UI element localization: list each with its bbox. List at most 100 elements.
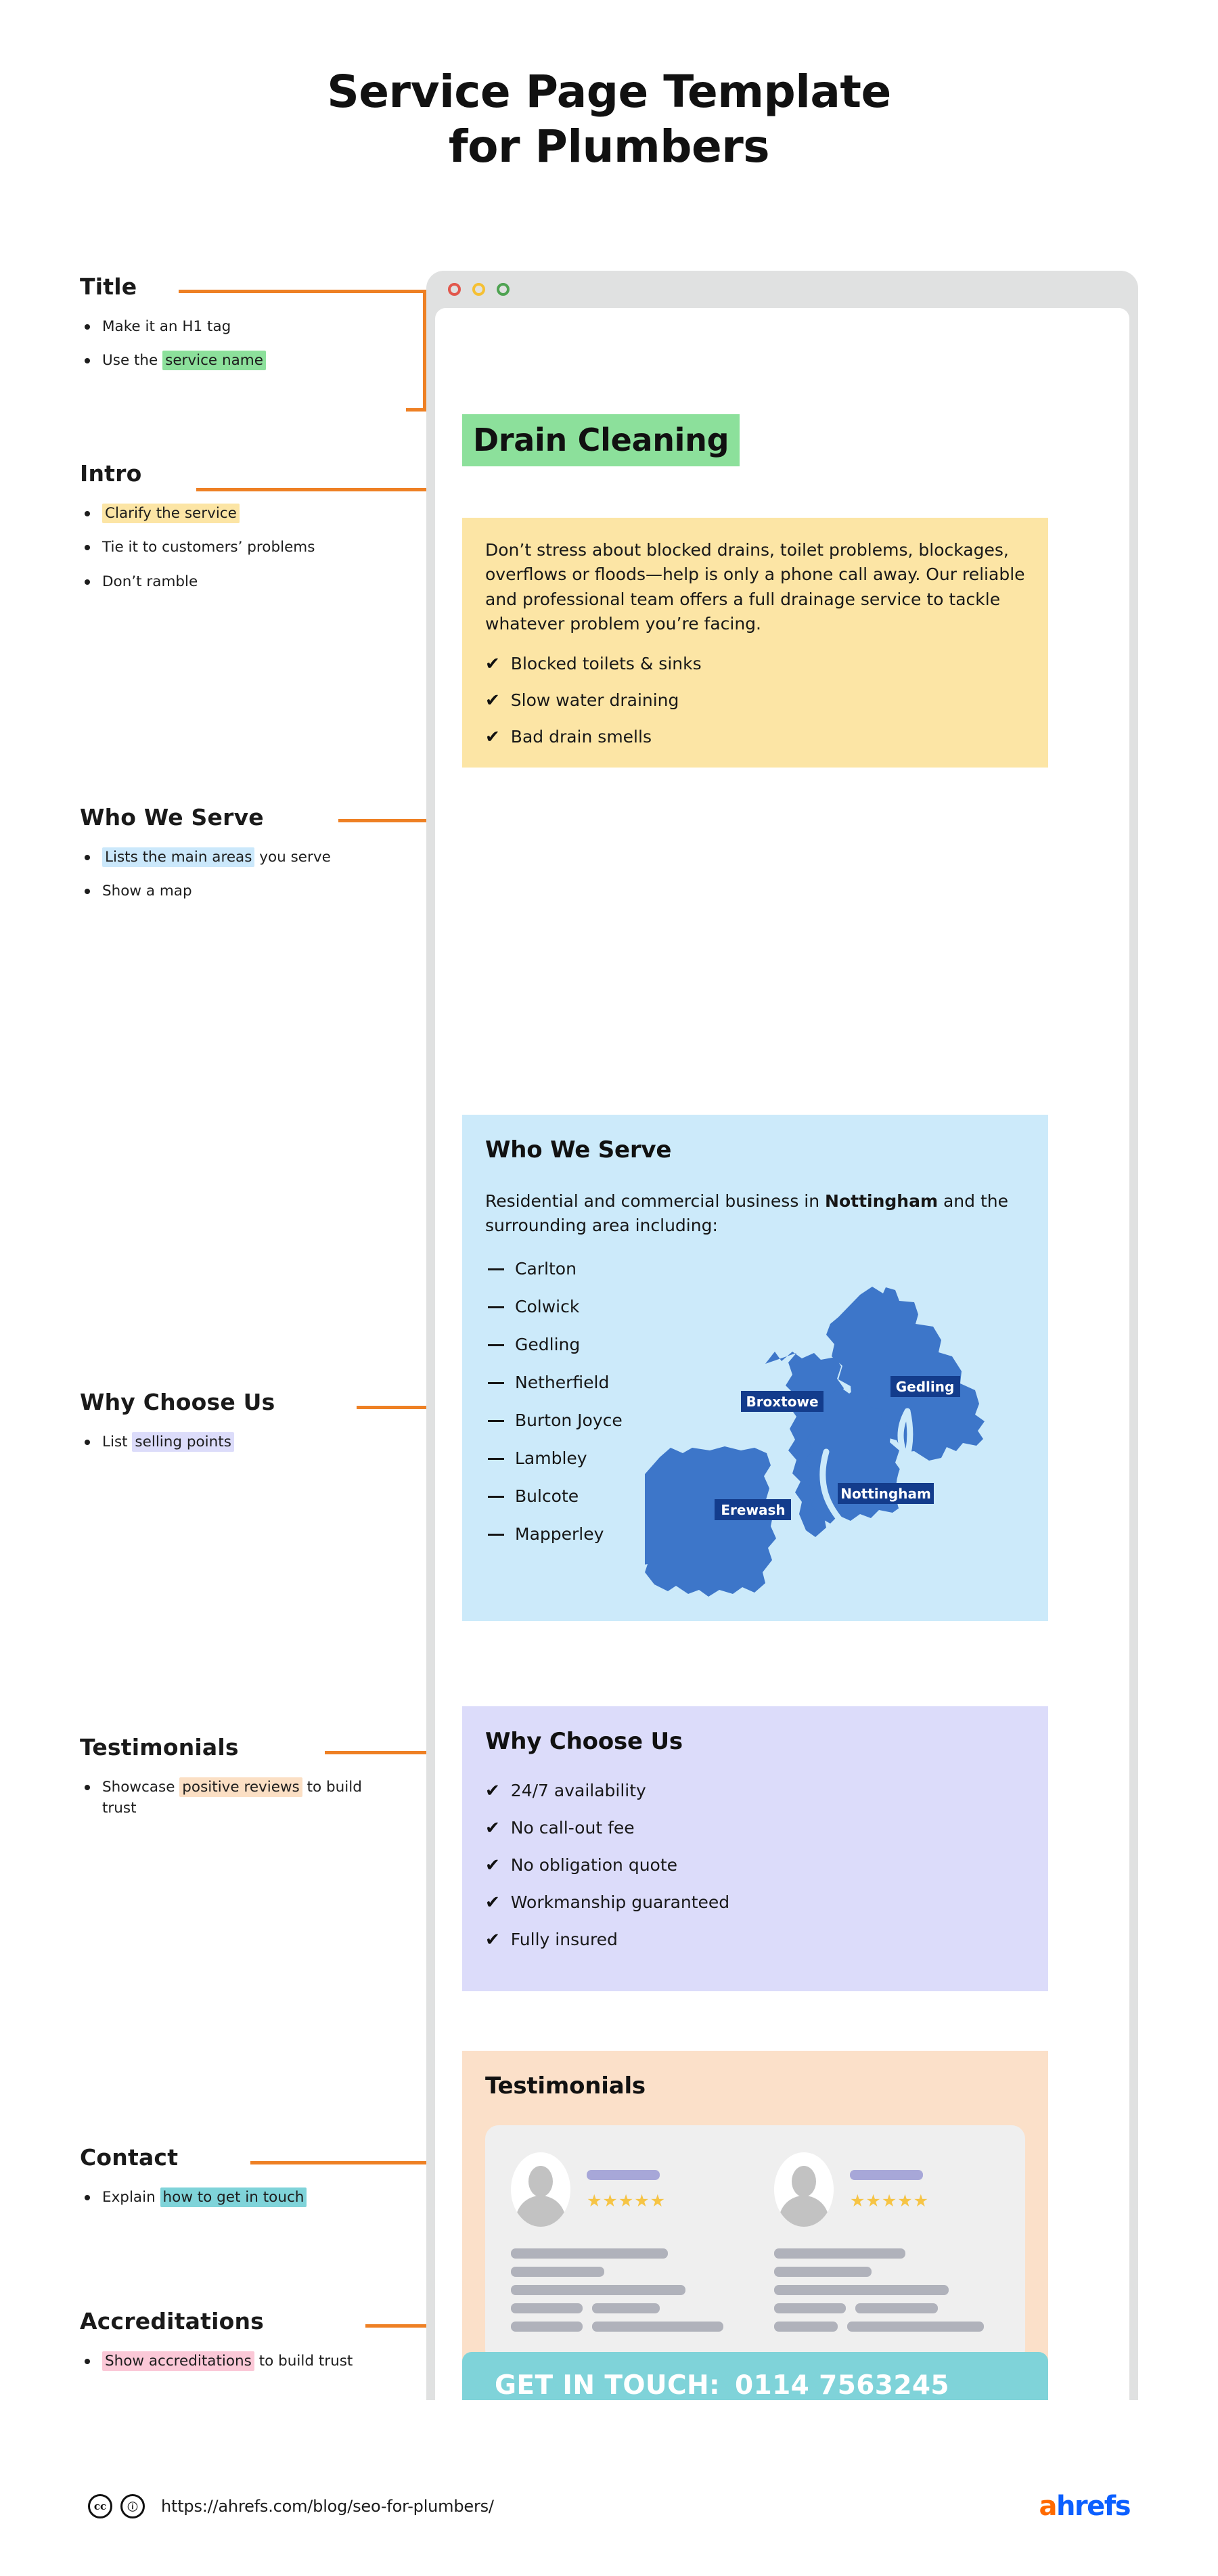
list-item: Gedling <box>485 1335 1025 1355</box>
cta-label: GET IN TOUCH: <box>495 2370 721 2401</box>
list-item: Show a map <box>80 881 371 902</box>
source-url[interactable]: https://ahrefs.com/blog/seo-for-plumbers… <box>161 2497 494 2516</box>
annotation-why-choose-us: Why Choose Us List selling points <box>80 1389 432 1465</box>
check-icon: ✔ <box>485 1892 500 1913</box>
get-in-touch-button[interactable]: GET IN TOUCH: 0114 7563245 <box>462 2352 1048 2400</box>
check-icon: ✔ <box>485 654 500 674</box>
ahrefs-logo-rest: hrefs <box>1056 2491 1131 2522</box>
name-placeholder-bar <box>587 2170 660 2180</box>
annotation-list: List selling points <box>80 1431 432 1452</box>
page-title: Service Page Template for Plumbers <box>0 65 1218 174</box>
annotation-highlight: how to get in touch <box>160 2188 307 2207</box>
why-check-label: Fully insured <box>510 1930 618 1949</box>
list-item: Bulcote <box>485 1486 1025 1507</box>
minimize-button-icon[interactable] <box>472 283 485 296</box>
annotation-list: Clarify the service Tie it to customers’… <box>80 503 432 592</box>
intro-check-item: ✔ Bad drain smells <box>485 727 1025 747</box>
annotation-list: Make it an H1 tag Use the service name <box>80 316 432 372</box>
intro-check-item: ✔ Slow water draining <box>485 690 1025 711</box>
why-check-label: Workmanship guaranteed <box>510 1892 730 1912</box>
annotation-accreditations: Accreditations Show accreditations to bu… <box>80 2308 432 2384</box>
testimonials-section: Testimonials ★★★★★ ★★★★★ <box>462 2051 1048 2386</box>
annotation-text: to build trust <box>254 2353 353 2370</box>
testimonials-card: ★★★★★ ★★★★★ <box>485 2125 1025 2363</box>
testimonial-item: ★★★★★ <box>511 2152 736 2332</box>
annotation-list: Lists the main areas you serve Show a ma… <box>80 847 432 902</box>
annotation-text: Show a map <box>102 883 192 900</box>
who-we-serve-lede: Residential and commercial business in N… <box>485 1189 1020 1237</box>
list-item: Carlton <box>485 1259 1025 1279</box>
testimonial-item: ★★★★★ <box>774 2152 999 2332</box>
why-check-item: ✔ Fully insured <box>485 1930 1025 1950</box>
annotation-text: Explain <box>102 2189 160 2206</box>
testimonial-meta: ★★★★★ <box>587 2170 666 2209</box>
skeleton-line <box>847 2322 984 2332</box>
annotation-text: List <box>102 1434 133 1450</box>
annotation-heading: Testimonials <box>80 1734 239 1760</box>
close-button-icon[interactable] <box>448 283 461 296</box>
skeleton-line <box>855 2303 938 2313</box>
skeleton-line <box>592 2303 660 2313</box>
annotation-highlight: Lists the main areas <box>102 847 255 867</box>
cta-phone-number: 0114 7563245 <box>735 2370 949 2401</box>
text-placeholder-lines <box>774 2248 999 2332</box>
list-item: Showcase positive reviews to build trust <box>80 1777 371 1819</box>
skeleton-line <box>774 2248 905 2259</box>
skeleton-line <box>774 2285 949 2295</box>
list-item: Clarify the service <box>80 503 371 524</box>
text-placeholder-lines <box>511 2248 736 2332</box>
list-item: Don’t ramble <box>80 571 371 592</box>
footer: cc ⓘ https://ahrefs.com/blog/seo-for-plu… <box>0 2491 1218 2522</box>
check-icon: ✔ <box>485 1781 500 1801</box>
annotation-heading: Title <box>80 273 137 300</box>
rating-stars: ★★★★★ <box>850 2191 930 2211</box>
creative-commons-badges: cc ⓘ <box>88 2494 145 2518</box>
skeleton-line <box>774 2267 872 2277</box>
annotation-highlight: positive reviews <box>179 1777 302 1797</box>
testimonial-header: ★★★★★ <box>774 2152 999 2227</box>
annotation-contact: Contact Explain how to get in touch <box>80 2144 432 2221</box>
annotation-text: Use the <box>102 352 163 370</box>
intro-check-label: Bad drain smells <box>510 727 652 747</box>
annotation-title: Title Make it an H1 tag Use the service … <box>80 273 432 384</box>
list-item: Colwick <box>485 1297 1025 1317</box>
why-check-item: ✔ No obligation quote <box>485 1855 1025 1875</box>
annotation-text: Tie it to customers’ problems <box>102 539 315 556</box>
list-item: Make it an H1 tag <box>80 316 371 337</box>
list-item: List selling points <box>80 1431 371 1452</box>
annotation-who-we-serve: Who We Serve Lists the main areas you se… <box>80 804 432 915</box>
intro-check-label: Slow water draining <box>510 690 679 710</box>
section-heading: Why Choose Us <box>485 1728 683 1755</box>
skeleton-line <box>511 2248 668 2259</box>
check-icon: ✔ <box>485 1818 500 1838</box>
who-we-serve-section: Who We Serve Residential and commercial … <box>462 1115 1048 1621</box>
annotation-list: Explain how to get in touch <box>80 2187 432 2208</box>
check-icon: ✔ <box>485 1855 500 1875</box>
check-icon: ✔ <box>485 690 500 711</box>
why-check-item: ✔ 24/7 availability <box>485 1781 1025 1801</box>
avatar <box>774 2152 834 2227</box>
list-item: Mapperley <box>485 1524 1025 1545</box>
list-item: Tie it to customers’ problems <box>80 537 371 558</box>
annotation-highlight: selling points <box>132 1432 234 1452</box>
annotation-heading: Intro <box>80 460 142 487</box>
why-check-item: ✔ No call-out fee <box>485 1818 1025 1838</box>
annotation-testimonials: Testimonials Showcase positive reviews t… <box>80 1734 432 1832</box>
annotation-intro: Intro Clarify the service Tie it to cust… <box>80 460 432 605</box>
annotation-highlight: Clarify the service <box>102 504 240 523</box>
annotation-list: Showcase positive reviews to build trust <box>80 1777 432 1819</box>
browser-titlebar <box>426 271 1138 308</box>
intro-check-item: ✔ Blocked toilets & sinks <box>485 654 1025 674</box>
section-heading: Testimonials <box>485 2072 646 2100</box>
browser-viewport: Drain Cleaning Don’t stress about blocke… <box>435 308 1129 2400</box>
annotation-text: Don’t ramble <box>102 573 198 590</box>
intro-paragraph: Don’t stress about blocked drains, toile… <box>485 540 1025 634</box>
testimonial-meta: ★★★★★ <box>850 2170 929 2209</box>
intro-section: Don’t stress about blocked drains, toile… <box>462 518 1048 768</box>
list-item: Burton Joyce <box>485 1411 1025 1431</box>
skeleton-line <box>511 2303 583 2313</box>
page-title-line2: for Plumbers <box>448 120 770 173</box>
annotation-heading: Who We Serve <box>80 804 264 830</box>
maximize-button-icon[interactable] <box>497 283 510 296</box>
why-check-label: 24/7 availability <box>510 1781 646 1800</box>
